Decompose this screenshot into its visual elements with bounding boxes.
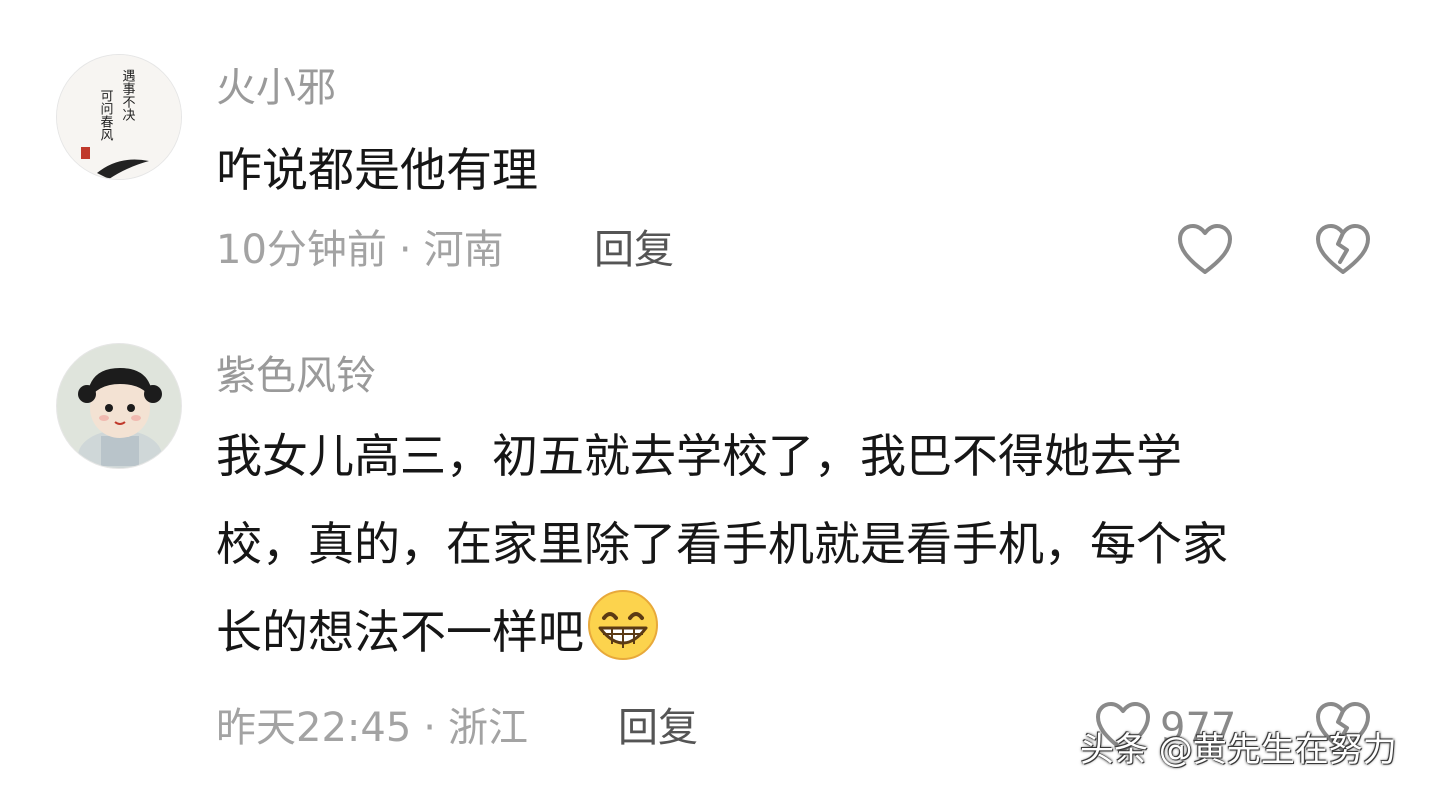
grinning-face-emoji	[588, 590, 658, 660]
comment-time: 昨天22:45	[216, 705, 412, 751]
comment-text: 我女儿高三，初五就去学校了，我巴不得她去学 校，真的，在家里除了看手机就是看手机…	[216, 412, 1396, 676]
comment-text-line: 我女儿高三，初五就去学校了，我巴不得她去学	[216, 429, 1182, 483]
doll-avatar-image	[57, 344, 181, 468]
comment-text-line: 校，真的，在家里除了看手机就是看手机，每个家	[216, 517, 1228, 571]
username[interactable]: 紫色风铃	[216, 352, 376, 400]
avatar[interactable]	[56, 343, 182, 469]
comment-meta: 昨天22:45 · 浙江	[216, 704, 528, 752]
comment-location: 浙江	[448, 705, 528, 751]
comment-item: 紫色风铃 我女儿高三，初五就去学校了，我巴不得她去学 校，真的，在家里除了看手机…	[0, 0, 1440, 793]
reply-button[interactable]: 回复	[618, 704, 698, 752]
meta-separator: ·	[423, 705, 436, 751]
watermark: 头条 @黄先生在努力	[1080, 730, 1397, 770]
comment-text-line: 长的想法不一样吧	[216, 588, 1396, 676]
comment-text-line-text: 长的想法不一样吧	[216, 605, 584, 659]
comment-list: 遇事不决 可问春风 火小邪 咋说都是他有理 10分钟前 · 河南 回复 紫色风铃…	[0, 0, 1440, 793]
